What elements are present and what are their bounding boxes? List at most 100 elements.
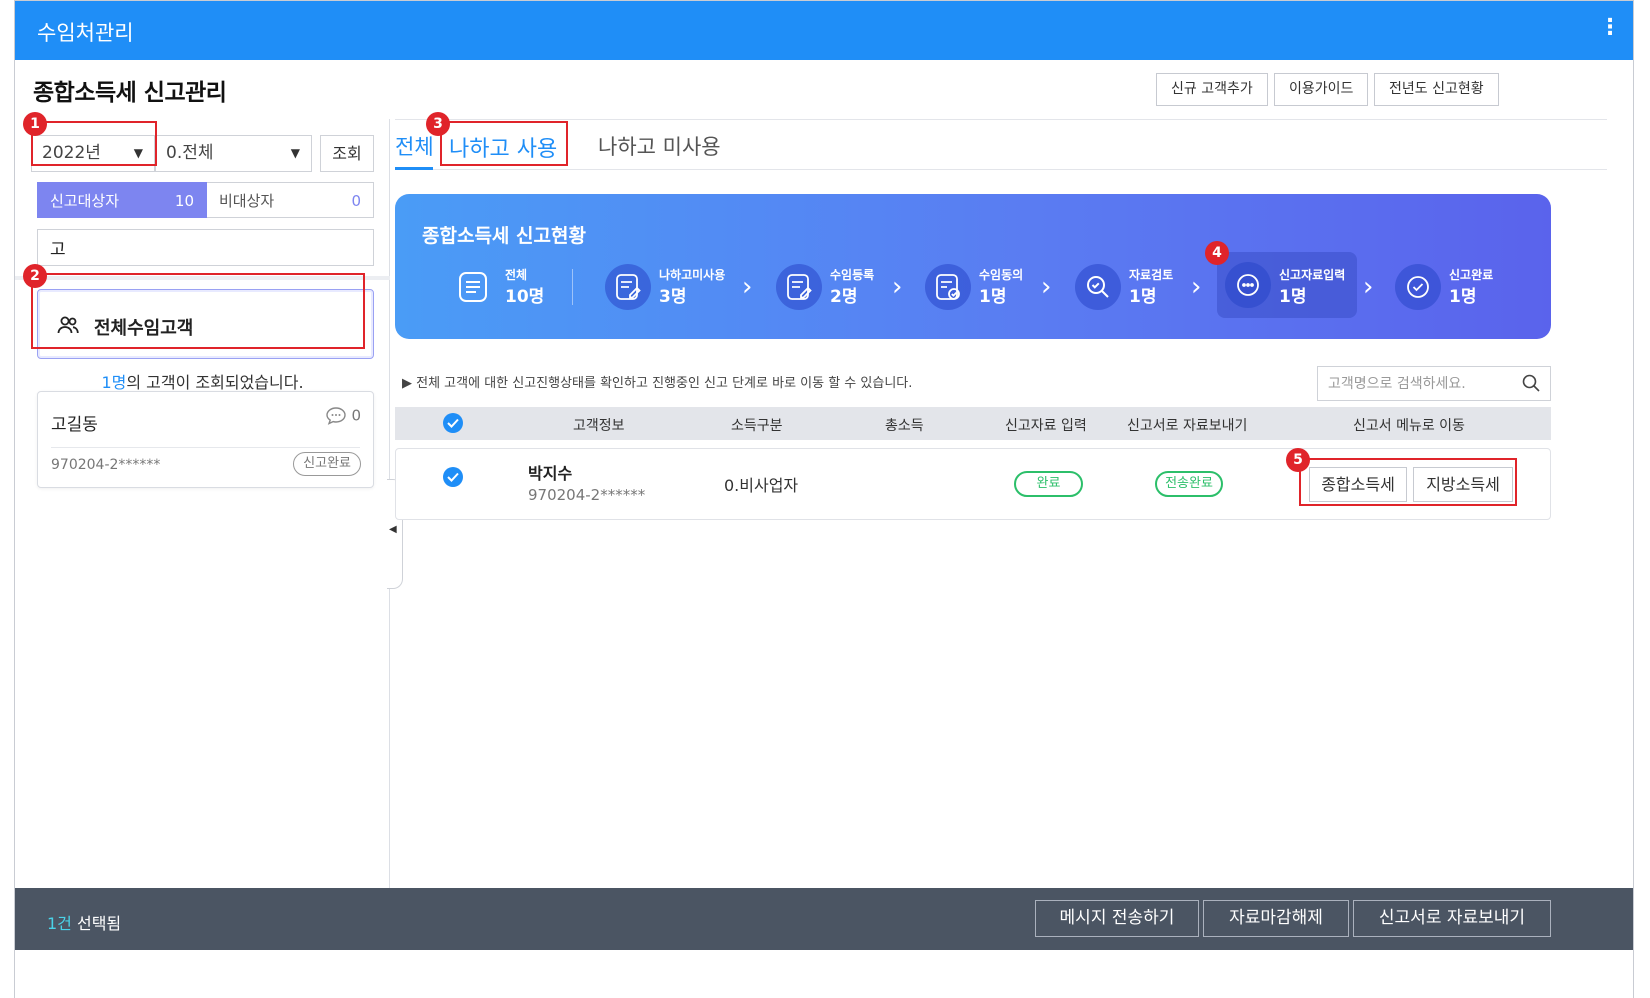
all-customers-group-button[interactable]: 전체수임고객 <box>37 289 374 359</box>
status-summary-card: 종합소득세 신고현황 전체 10명 나하고미사용 3명 › 수임등록 2명 › … <box>395 194 1551 339</box>
chevron-right-icon: › <box>1191 272 1202 302</box>
status-title: 종합소득세 신고현황 <box>422 225 586 247</box>
input-status-badge: 완료 <box>1014 471 1083 497</box>
header-divider <box>395 119 1607 120</box>
send-status-badge: 전송완료 <box>1155 471 1223 497</box>
row-customer-name: 박지수 <box>528 464 573 483</box>
search-icon[interactable] <box>1521 373 1541 393</box>
step-data-input[interactable]: 신고자료입력 1명 <box>1217 252 1357 318</box>
customer-name: 고길동 <box>51 415 98 435</box>
segment-target-label: 신고대상자 <box>50 192 120 210</box>
bottom-margin <box>15 950 1633 998</box>
table-header: 고객정보 소득구분 총소득 신고자료 입력 신고서로 자료보내기 신고서 메뉴로… <box>395 407 1551 440</box>
app-frame: 수임처관리 ⋮ 종합소득세 신고관리 신규 고객추가 이용가이드 전년도 신고현… <box>14 0 1634 998</box>
customer-id: 970204-2****** <box>51 457 161 473</box>
step-count: 1명 <box>1449 287 1477 307</box>
guide-text: ▶ 전체 고객에 대한 신고진행상태를 확인하고 진행중인 신고 단계로 바로 … <box>402 376 913 391</box>
step-label: 신고자료입력 <box>1279 268 1346 282</box>
chevron-right-icon: › <box>742 272 753 302</box>
chevron-right-icon: › <box>1041 272 1052 302</box>
chevron-left-icon: ◀ <box>389 524 397 535</box>
category-select[interactable]: 0.전체 ▼ <box>155 135 312 172</box>
step-all[interactable]: 전체 10명 <box>451 258 545 318</box>
step-label: 전체 <box>505 268 528 282</box>
year-select[interactable]: 2022년 ▼ <box>31 135 155 172</box>
edit-doc-icon <box>605 264 651 310</box>
add-customer-button[interactable]: 신규 고객추가 <box>1156 73 1268 106</box>
step-complete[interactable]: 신고완료 1명 <box>1395 258 1505 318</box>
customer-name-search-input[interactable] <box>1317 366 1551 401</box>
chevron-right-icon: › <box>892 272 903 302</box>
step-count: 10명 <box>505 287 545 307</box>
customer-card[interactable]: 고길동 0 970204-2****** 신고완료 <box>37 391 374 488</box>
window-title: 수임처관리 <box>37 21 134 45</box>
chevron-down-icon: ▼ <box>290 146 300 160</box>
table-row[interactable]: 박지수 970204-2****** 0.비사업자 완료 전송완료 종합소득세 … <box>395 448 1551 520</box>
check-circle-icon <box>1395 264 1441 310</box>
result-count: 1명 <box>101 373 127 392</box>
tab-all[interactable]: 전체 <box>395 131 434 161</box>
select-all-checkbox[interactable] <box>443 413 463 433</box>
header-data-input: 신고자료 입력 <box>1005 418 1087 434</box>
step-label: 수임동의 <box>979 268 1024 282</box>
segment-non-target[interactable]: 비대상자 0 <box>207 182 374 218</box>
status-badge: 신고완료 <box>293 452 361 476</box>
row-income-type: 0.비사업자 <box>724 476 799 495</box>
step-label: 자료검토 <box>1129 268 1174 282</box>
message-count-value: 0 <box>351 406 361 425</box>
chevron-right-icon: › <box>1363 272 1374 302</box>
check-icon <box>447 472 459 482</box>
year-select-value: 2022년 <box>42 143 101 163</box>
step-consent[interactable]: 수임동의 1명 <box>925 258 1035 318</box>
selection-count: 1건 <box>47 914 72 933</box>
selection-suffix: 선택됨 <box>71 914 122 933</box>
local-income-tax-menu-button[interactable]: 지방소득세 <box>1413 467 1513 502</box>
step-divider <box>572 269 573 305</box>
step-review[interactable]: 자료검토 1명 <box>1075 258 1185 318</box>
header-customer-info: 고객정보 <box>573 418 625 434</box>
header-menu-move: 신고서 메뉴로 이동 <box>1353 418 1465 434</box>
step-label: 수임등록 <box>830 268 875 282</box>
step-label: 나하고미사용 <box>659 268 726 282</box>
tab-nahago-used[interactable]: 나하고 사용 <box>449 131 557 163</box>
customer-search-input[interactable] <box>37 229 374 266</box>
left-panel: 2022년 ▼ 0.전체 ▼ 조회 신고대상자 10 비대상자 0 전체수임고객 <box>15 119 390 933</box>
row-customer-id: 970204-2****** <box>528 486 646 504</box>
category-select-value: 0.전체 <box>166 143 214 163</box>
message-count[interactable]: 0 <box>325 406 361 426</box>
step-count: 1명 <box>1279 287 1307 307</box>
search-icon <box>1075 264 1121 310</box>
footer-bar: 1건 선택됨 메시지 전송하기 자료마감해제 신고서로 자료보내기 <box>15 888 1633 950</box>
users-icon <box>57 316 79 334</box>
title-bar: 수임처관리 ⋮ <box>15 1 1633 60</box>
income-tax-menu-button[interactable]: 종합소득세 <box>1309 467 1407 502</box>
list-doc-icon <box>459 272 487 302</box>
edit-doc-icon <box>776 264 822 310</box>
user-guide-button[interactable]: 이용가이드 <box>1274 73 1369 106</box>
result-message: 1명의 고객이 조회되었습니다. <box>15 369 390 393</box>
segment-non-target-label: 비대상자 <box>219 192 275 210</box>
more-vertical-icon[interactable]: ⋮ <box>1599 15 1621 40</box>
header-send-data: 신고서로 자료보내기 <box>1127 418 1248 434</box>
release-data-close-button[interactable]: 자료마감해제 <box>1203 900 1349 937</box>
step-nahago-unused[interactable]: 나하고미사용 3명 <box>605 258 735 318</box>
send-message-button[interactable]: 메시지 전송하기 <box>1035 900 1199 937</box>
card-divider <box>51 447 360 448</box>
query-button[interactable]: 조회 <box>320 135 374 172</box>
send-to-return-button[interactable]: 신고서로 자료보내기 <box>1353 900 1551 937</box>
group-label: 전체수임고객 <box>94 318 194 339</box>
active-tab-indicator <box>395 167 433 170</box>
page-title: 종합소득세 신고관리 <box>33 80 227 106</box>
row-checkbox[interactable] <box>443 467 463 487</box>
left-divider <box>15 276 390 280</box>
segment-target[interactable]: 신고대상자 10 <box>37 182 207 218</box>
segment-target-count: 10 <box>174 192 194 210</box>
prev-year-status-button[interactable]: 전년도 신고현황 <box>1374 73 1499 106</box>
segment-non-target-count: 0 <box>351 192 361 210</box>
tab-nahago-unused[interactable]: 나하고 미사용 <box>598 131 721 161</box>
step-count: 2명 <box>830 287 858 307</box>
chat-bubble-icon <box>325 407 346 425</box>
selection-info: 1건 선택됨 <box>47 910 121 934</box>
check-doc-icon <box>925 264 971 310</box>
step-registration[interactable]: 수임등록 2명 <box>776 258 886 318</box>
